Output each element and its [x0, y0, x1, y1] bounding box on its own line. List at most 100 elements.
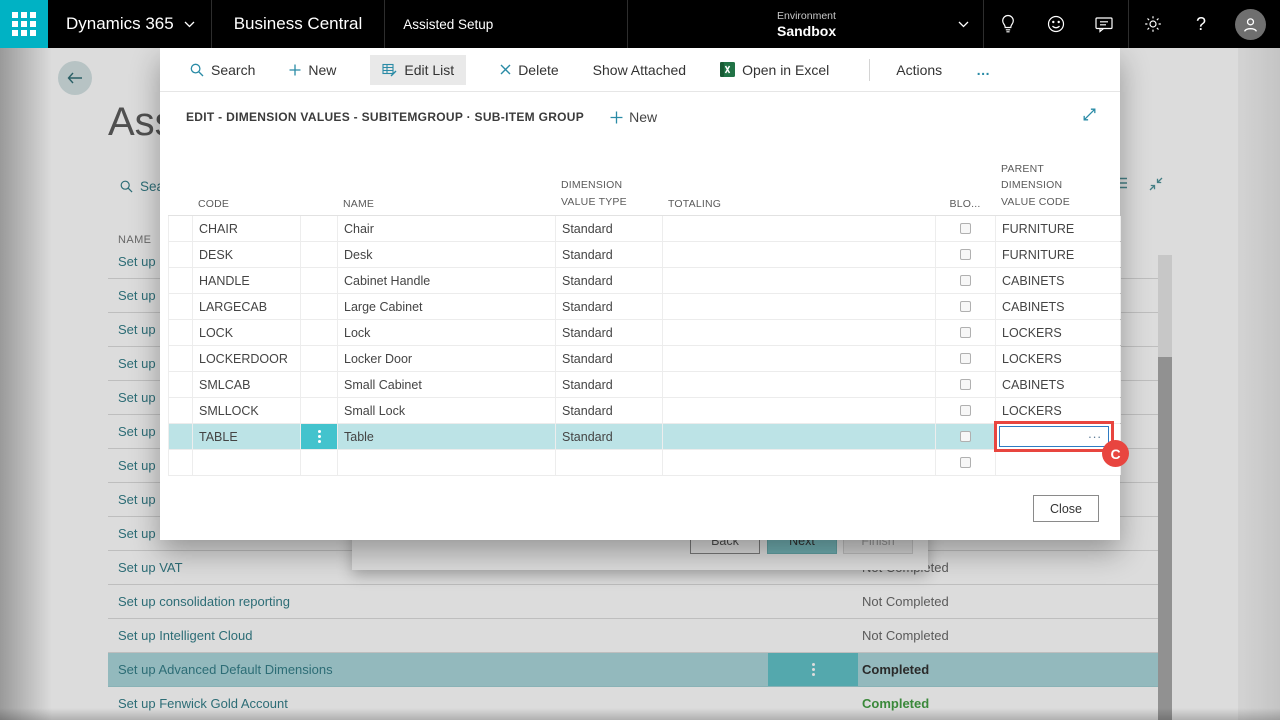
cell-blocked[interactable]: [936, 398, 996, 423]
cell-parent[interactable]: CABINETS: [996, 372, 1121, 397]
cell-type[interactable]: Standard: [556, 320, 663, 345]
blocked-checkbox[interactable]: [960, 301, 971, 312]
cell-name[interactable]: Table: [338, 424, 556, 449]
cell-type[interactable]: Standard: [556, 424, 663, 449]
table-row[interactable]: DESK Desk Standard FURNITURE: [168, 242, 1120, 268]
row-selector-cell[interactable]: [169, 216, 193, 241]
cell-type[interactable]: Standard: [556, 242, 663, 267]
header-name[interactable]: NAME: [337, 198, 555, 210]
header-parent[interactable]: PARENT DIMENSION VALUE CODE: [995, 161, 1120, 210]
cell-totaling[interactable]: [663, 398, 936, 423]
cell-blocked[interactable]: [936, 268, 996, 293]
search-button[interactable]: Search: [190, 62, 255, 78]
cell-totaling[interactable]: [663, 320, 936, 345]
cell-code[interactable]: LOCK: [193, 320, 301, 345]
cell-parent[interactable]: FURNITURE: [996, 242, 1121, 267]
row-selector-cell[interactable]: [169, 346, 193, 371]
help-icon[interactable]: ?: [1177, 0, 1225, 48]
blocked-checkbox[interactable]: [960, 457, 971, 468]
cell-name[interactable]: Desk: [338, 242, 556, 267]
cell-parent[interactable]: CABINETS: [996, 294, 1121, 319]
row-ellipsis-cell[interactable]: [301, 320, 338, 345]
actions-menu-button[interactable]: Actions: [896, 62, 942, 78]
open-in-excel-button[interactable]: Open in Excel: [720, 62, 829, 78]
lookup-ellipsis-button[interactable]: ...: [1088, 431, 1102, 437]
row-selector-cell[interactable]: [169, 398, 193, 423]
cell-totaling[interactable]: [663, 424, 936, 449]
close-button[interactable]: Close: [1033, 495, 1099, 522]
row-ellipsis-cell[interactable]: [301, 450, 338, 475]
delete-button[interactable]: Delete: [500, 62, 558, 78]
row-ellipsis-cell[interactable]: [301, 372, 338, 397]
cell-parent[interactable]: LOCKERS: [996, 398, 1121, 423]
blocked-checkbox[interactable]: [960, 379, 971, 390]
show-attached-button[interactable]: Show Attached: [593, 62, 686, 78]
table-row[interactable]: SMLCAB Small Cabinet Standard CABINETS: [168, 372, 1120, 398]
row-ellipsis-cell[interactable]: [301, 268, 338, 293]
cell-totaling[interactable]: [663, 450, 936, 475]
row-selector-cell[interactable]: [169, 372, 193, 397]
blocked-checkbox[interactable]: [960, 275, 971, 286]
table-row[interactable]: HANDLE Cabinet Handle Standard CABINETS: [168, 268, 1120, 294]
cell-type[interactable]: Standard: [556, 398, 663, 423]
lightbulb-icon[interactable]: [984, 0, 1032, 48]
blocked-checkbox[interactable]: [960, 431, 971, 442]
cell-type[interactable]: Standard: [556, 268, 663, 293]
row-ellipsis-cell[interactable]: [301, 242, 338, 267]
cell-blocked[interactable]: [936, 424, 996, 449]
row-selector-cell[interactable]: [169, 294, 193, 319]
cell-totaling[interactable]: [663, 268, 936, 293]
cell-type[interactable]: Standard: [556, 346, 663, 371]
blocked-checkbox[interactable]: [960, 353, 971, 364]
row-ellipsis-cell[interactable]: [301, 346, 338, 371]
cell-name[interactable]: Cabinet Handle: [338, 268, 556, 293]
cell-code[interactable]: TABLE: [193, 424, 301, 449]
app-name[interactable]: Business Central: [234, 14, 363, 34]
table-row[interactable]: LOCKERDOOR Locker Door Standard LOCKERS: [168, 346, 1120, 372]
expand-dialog-icon[interactable]: [1081, 106, 1098, 123]
row-selector-cell[interactable]: [169, 268, 193, 293]
cell-totaling[interactable]: [663, 216, 936, 241]
cell-totaling[interactable]: [663, 242, 936, 267]
edit-list-button[interactable]: Edit List: [370, 55, 466, 85]
cell-code[interactable]: SMLLOCK: [193, 398, 301, 423]
cell-totaling[interactable]: [663, 346, 936, 371]
table-row[interactable]: CHAIR Chair Standard FURNITURE: [168, 216, 1120, 242]
chevron-down-icon[interactable]: [184, 21, 195, 28]
more-options-button[interactable]: …: [976, 62, 992, 78]
table-row[interactable]: TABLE Table Standard ...C: [168, 424, 1120, 450]
cell-parent[interactable]: LOCKERS: [996, 346, 1121, 371]
header-code[interactable]: CODE: [192, 198, 300, 210]
row-selector-cell[interactable]: [169, 450, 193, 475]
cell-code[interactable]: [193, 450, 301, 475]
header-type[interactable]: DIMENSION VALUE TYPE: [555, 177, 662, 210]
table-row[interactable]: LOCK Lock Standard LOCKERS: [168, 320, 1120, 346]
table-row[interactable]: LARGECAB Large Cabinet Standard CABINETS: [168, 294, 1120, 320]
cell-code[interactable]: SMLCAB: [193, 372, 301, 397]
cell-name[interactable]: Large Cabinet: [338, 294, 556, 319]
cell-code[interactable]: DESK: [193, 242, 301, 267]
row-ellipsis-cell[interactable]: [301, 216, 338, 241]
cell-blocked[interactable]: [936, 294, 996, 319]
row-ellipsis-cell[interactable]: [301, 424, 338, 449]
cell-type[interactable]: Standard: [556, 294, 663, 319]
header-totaling[interactable]: TOTALING: [662, 198, 935, 210]
new-record-link[interactable]: New: [610, 109, 657, 125]
header-blocked[interactable]: BLO...: [935, 198, 995, 210]
row-selector-cell[interactable]: [169, 320, 193, 345]
cell-code[interactable]: LARGECAB: [193, 294, 301, 319]
cell-code[interactable]: HANDLE: [193, 268, 301, 293]
smiley-feedback-icon[interactable]: [1032, 0, 1080, 48]
row-ellipsis-cell[interactable]: [301, 398, 338, 423]
cell-name[interactable]: Lock: [338, 320, 556, 345]
cell-blocked[interactable]: [936, 372, 996, 397]
cell-code[interactable]: CHAIR: [193, 216, 301, 241]
cell-name[interactable]: [338, 450, 556, 475]
cell-parent[interactable]: CABINETS: [996, 268, 1121, 293]
chat-message-icon[interactable]: [1080, 0, 1128, 48]
blocked-checkbox[interactable]: [960, 327, 971, 338]
cell-name[interactable]: Small Lock: [338, 398, 556, 423]
cell-blocked[interactable]: [936, 346, 996, 371]
row-selector-cell[interactable]: [169, 424, 193, 449]
parent-dimension-input[interactable]: ...: [999, 426, 1109, 447]
